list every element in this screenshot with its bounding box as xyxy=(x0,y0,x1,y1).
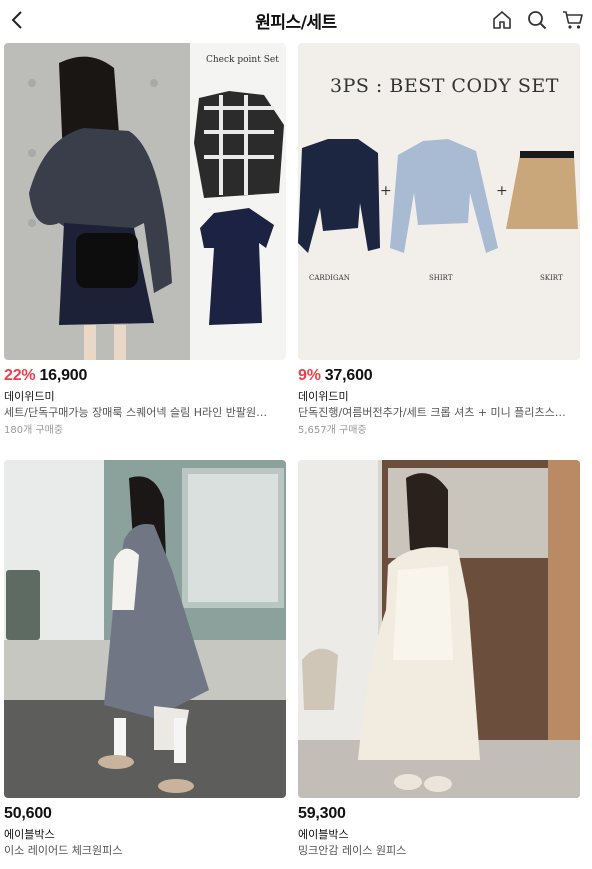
cart-button[interactable] xyxy=(559,6,587,34)
discount-rate: 22% xyxy=(4,367,36,384)
image-label: CARDIGAN xyxy=(309,274,350,282)
price-line: 22% 16,900 xyxy=(4,365,286,386)
price-line: 9% 37,600 xyxy=(298,365,580,386)
product-card[interactable]: 50,600 에이블박스 이소 레이어드 체크원피스 xyxy=(4,460,286,859)
product-image[interactable] xyxy=(4,460,286,798)
search-icon xyxy=(528,11,547,30)
home-button[interactable] xyxy=(488,6,516,34)
brand-name[interactable]: 데이위드미 xyxy=(4,389,286,405)
product-name[interactable]: 밍크안감 레이스 원피스 xyxy=(298,843,570,859)
brand-name[interactable]: 에이블박스 xyxy=(298,827,580,843)
search-button[interactable] xyxy=(523,6,551,34)
product-name[interactable]: 단독진행/여름버전추가/세트 크롭 셔츠 + 미니 플리츠스커… xyxy=(298,405,570,421)
brand-name[interactable]: 데이위드미 xyxy=(298,389,580,405)
image-caption: Check point Set xyxy=(206,55,279,65)
plus-sign: + xyxy=(380,183,392,199)
product-card[interactable]: 59,300 에이블박스 밍크안감 레이스 원피스 xyxy=(298,460,580,859)
product-image[interactable] xyxy=(298,460,580,798)
plus-sign: + xyxy=(496,183,508,199)
home-icon xyxy=(493,11,511,29)
image-label: SKIRT xyxy=(540,274,563,282)
image-caption: 3PS : BEST CODY SET xyxy=(330,75,559,97)
purchase-count: 5,657개 구매중 xyxy=(298,425,367,436)
price: 50,600 xyxy=(4,805,52,822)
product-image[interactable]: Check point Set xyxy=(4,43,286,360)
product-card[interactable]: Check point Set 22% 16,900 데이위드미 세트/단독구매가… xyxy=(4,43,286,438)
product-name[interactable]: 이소 레이어드 체크원피스 xyxy=(4,843,276,859)
brand-name[interactable]: 에이블박스 xyxy=(4,827,286,843)
price-line: 50,600 xyxy=(4,803,286,824)
discount-rate: 9% xyxy=(298,367,321,384)
price-line: 59,300 xyxy=(298,803,580,824)
price: 16,900 xyxy=(39,367,88,384)
product-image[interactable]: 3PS : BEST CODY SET + + CARDIGAN SHIRT S… xyxy=(298,43,580,360)
image-label: SHIRT xyxy=(429,274,453,282)
product-name[interactable]: 세트/단독구매가능 장매룩 스퀘어넥 슬림 H라인 반팔원피스… xyxy=(4,405,276,421)
price: 59,300 xyxy=(298,805,346,822)
top-bar: 원피스/세트 xyxy=(0,0,592,40)
price: 37,600 xyxy=(324,367,373,384)
purchase-count: 180개 구매중 xyxy=(4,425,64,436)
product-card[interactable]: 3PS : BEST CODY SET + + CARDIGAN SHIRT S… xyxy=(298,43,580,438)
cart-icon xyxy=(563,11,583,29)
